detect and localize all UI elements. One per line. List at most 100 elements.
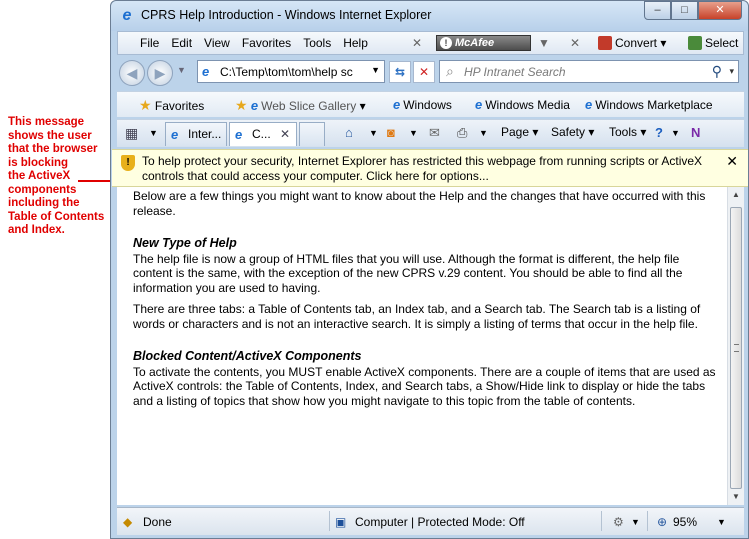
close-button[interactable]: ✕: [698, 1, 742, 20]
annotation-line: including the: [8, 197, 80, 209]
close-toolbar-icon[interactable]: ✕: [570, 36, 580, 50]
ie-page-icon: e: [393, 97, 401, 112]
back-button[interactable]: ◀: [119, 60, 145, 86]
zoom-icon: ⊕: [657, 515, 668, 529]
shield-warning-icon: !: [121, 155, 135, 171]
annotation-callout: This message shows the user that the bro…: [8, 116, 110, 238]
menu-items: File Edit View Favorites Tools Help: [134, 36, 374, 50]
chevron-down-icon[interactable]: ▼: [409, 128, 418, 138]
menu-tools[interactable]: Tools: [297, 36, 337, 50]
chevron-down-icon[interactable]: ▼: [369, 128, 378, 138]
ie-page-icon: e: [475, 97, 483, 112]
close-info-bar-icon[interactable]: ✕: [726, 153, 738, 170]
mcafee-button[interactable]: McAfee: [436, 35, 531, 51]
chevron-down-icon[interactable]: ▼: [538, 36, 550, 50]
close-tab-icon[interactable]: ✕: [280, 127, 290, 141]
rss-feed-icon[interactable]: ◙: [387, 125, 395, 140]
search-box[interactable]: ⌕ HP Intranet Search ⚲ ▾: [439, 60, 739, 83]
refresh-button[interactable]: ⇆: [389, 61, 411, 83]
address-url: C:\Temp\tom\tom\help sc: [220, 65, 353, 79]
scroll-thumb[interactable]: [730, 207, 742, 489]
fav-link-windows-media[interactable]: e Windows Media: [475, 97, 570, 112]
menu-help[interactable]: Help: [337, 36, 374, 50]
annotation-line: is blocking: [8, 156, 69, 169]
chevron-down-icon[interactable]: ▼: [479, 128, 488, 138]
computer-zone-icon: ▣: [335, 515, 347, 529]
browser-window: e CPRS Help Introduction - Windows Inter…: [110, 0, 749, 539]
home-icon[interactable]: ⌂: [345, 125, 353, 140]
star-icon: ★: [139, 97, 152, 113]
fav-link-windows[interactable]: e Windows: [393, 97, 452, 112]
safety-menu[interactable]: Safety ▾: [551, 125, 594, 139]
intro-paragraph: Below are a few things you might want to…: [133, 189, 706, 218]
page-menu[interactable]: Page ▾: [501, 125, 538, 139]
safety-menu-label: Safety: [551, 125, 586, 139]
security-zone-text[interactable]: Computer | Protected Mode: Off: [355, 515, 525, 529]
favorites-button[interactable]: ★ Favorites: [139, 97, 204, 114]
menu-edit[interactable]: Edit: [165, 36, 198, 50]
fav-link-web-slice[interactable]: ★ e Web Slice Gallery ▾: [235, 97, 366, 114]
fav-link-label: Windows Marketplace: [595, 98, 713, 112]
annotation-line: and Index.: [8, 224, 65, 236]
search-icon[interactable]: ⚲: [712, 63, 722, 80]
menu-favorites[interactable]: Favorites: [236, 36, 297, 50]
fav-link-windows-marketplace[interactable]: e Windows Marketplace: [585, 97, 713, 112]
tab-internet[interactable]: e Inter...: [165, 122, 227, 146]
scroll-up-arrow[interactable]: ▲: [728, 187, 744, 203]
section-paragraph: There are three tabs: a Table of Content…: [133, 302, 701, 331]
chevron-down-icon[interactable]: ▼: [631, 517, 640, 527]
section-heading: Blocked Content/ActiveX Components: [133, 349, 362, 363]
title-bar[interactable]: e CPRS Help Introduction - Windows Inter…: [111, 1, 748, 31]
tools-menu-label: Tools: [609, 125, 638, 139]
tools-menu[interactable]: Tools ▾: [609, 125, 646, 139]
window-controls: – □ ✕: [644, 1, 742, 21]
onenote-icon[interactable]: N: [691, 125, 700, 140]
status-divider: [601, 511, 602, 531]
close-toolbar-icon[interactable]: ✕: [412, 36, 422, 50]
help-icon[interactable]: ?: [655, 125, 663, 140]
new-tab-button[interactable]: [299, 122, 325, 146]
stop-button[interactable]: ✕: [413, 61, 435, 83]
tab-list-icon[interactable]: ▼: [149, 128, 158, 138]
forward-button[interactable]: ▶: [147, 60, 173, 86]
convert-label: Convert: [615, 36, 658, 50]
section-paragraph: The help file is now a group of HTML fil…: [133, 251, 683, 295]
security-info-bar[interactable]: ! To help protect your security, Interne…: [112, 149, 748, 187]
tab-cprs-help[interactable]: e C... ✕: [229, 122, 297, 146]
chevron-down-icon[interactable]: ▼: [671, 128, 680, 138]
chevron-down-icon[interactable]: ▼: [371, 65, 380, 75]
select-icon: [688, 36, 702, 50]
annotation-line: shows the user: [8, 129, 92, 142]
address-row: ◀ ▶ ▼ e C:\Temp\tom\tom\help sc ▼ ⇆ ✕ ⌕ …: [117, 57, 744, 87]
tab-command-bar: ▦ ▼ e Inter... e C... ✕ ⌂ ▼ ◙ ▼ ✉ ⎙ ▼ Pa…: [117, 119, 744, 147]
quick-tabs-icon[interactable]: ▦: [125, 125, 138, 142]
tab-label: Inter...: [188, 127, 222, 141]
fav-link-label: Windows Media: [485, 98, 570, 112]
recent-pages-icon[interactable]: ▼: [177, 65, 186, 75]
annotation-line: components: [8, 183, 77, 196]
menu-view[interactable]: View: [198, 36, 236, 50]
scroll-down-arrow[interactable]: ▼: [728, 489, 744, 505]
minimize-button[interactable]: –: [644, 1, 671, 20]
read-mail-icon[interactable]: ✉: [429, 125, 440, 141]
chevron-down-icon[interactable]: ▾: [729, 66, 734, 77]
select-button[interactable]: Select: [688, 36, 738, 50]
zoom-level[interactable]: 95%: [673, 515, 697, 529]
maximize-button[interactable]: □: [671, 1, 698, 20]
chevron-down-icon[interactable]: ▼: [717, 517, 726, 527]
protected-mode-icon[interactable]: ⚙: [613, 515, 624, 529]
section-paragraph: To activate the contents, you MUST enabl…: [133, 364, 716, 408]
page-icon: e: [202, 64, 210, 79]
fav-link-label: Web Slice Gallery: [261, 99, 357, 113]
add-favorite-icon: ★: [235, 97, 248, 113]
favorites-label: Favorites: [154, 99, 205, 113]
vertical-scrollbar[interactable]: ▲ ▼: [727, 187, 744, 505]
address-bar[interactable]: e C:\Temp\tom\tom\help sc ▼: [197, 60, 385, 83]
select-label: Select: [705, 36, 739, 50]
print-icon[interactable]: ⎙: [457, 125, 467, 141]
convert-button[interactable]: Convert ▾: [598, 36, 666, 50]
status-bar: ◆ Done ▣ Computer | Protected Mode: Off …: [117, 507, 744, 535]
page-menu-label: Page: [501, 125, 530, 139]
menu-file[interactable]: File: [134, 36, 165, 50]
fav-link-label: Windows: [403, 98, 452, 112]
